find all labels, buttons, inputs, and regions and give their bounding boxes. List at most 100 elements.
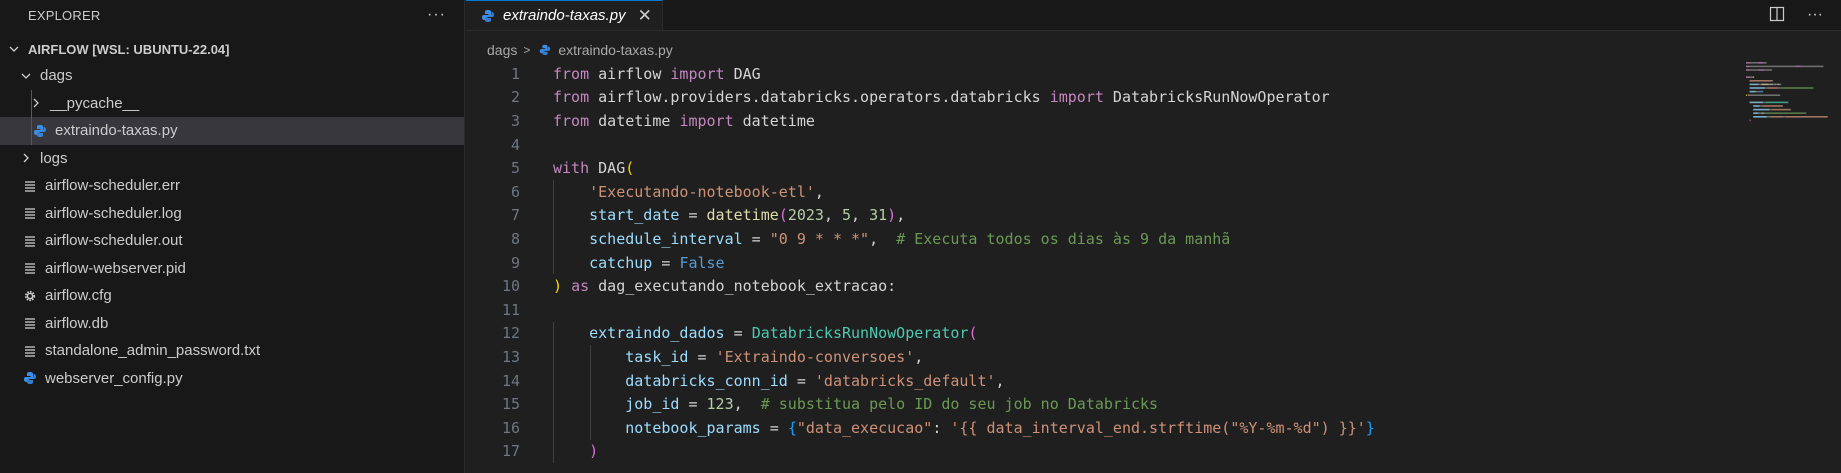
minimap-line (1746, 76, 1750, 78)
tree-item[interactable]: dags (0, 62, 464, 90)
indent-guide (553, 392, 554, 416)
line-number: 16 (501, 418, 520, 437)
minimap-line (1782, 105, 1783, 107)
editor-area: extraindo-taxas.py ✕ ··· dags > extraind… (466, 0, 1841, 473)
code-text: job_id = 123, # substitua pelo ID do seu… (520, 395, 1158, 413)
code-token: # substitua pelo ID do seu job no Databr… (760, 395, 1159, 414)
minimap-line (1768, 83, 1770, 86)
code-text: databricks_conn_id = 'databricks_default… (520, 371, 1004, 390)
tree-item[interactable]: standalone_admin_password.txt (0, 337, 464, 365)
minimap-line (1763, 62, 1767, 64)
line-number: 4 (510, 135, 520, 154)
indent-guide (553, 179, 554, 204)
tree-item-label: __pycache__ (50, 94, 140, 112)
code-token: dag_executando_notebook_extracao: (589, 277, 897, 296)
code-line: 12 extraindo_dados = DatabricksRunNowOpe… (466, 321, 1841, 346)
split-editor-icon[interactable] (1769, 6, 1785, 27)
minimap-line (1790, 108, 1792, 111)
code-text: from airflow.providers.databricks.operat… (520, 88, 1330, 106)
minimap-line (1753, 116, 1767, 118)
tree-item[interactable]: webserver_config.py (0, 365, 464, 393)
breadcrumb-file[interactable]: extraindo-taxas.py (558, 42, 672, 58)
code-token: airflow (589, 64, 671, 83)
indent-guide (553, 203, 554, 228)
minimap-line (1775, 83, 1778, 86)
breadcrumb-folder[interactable]: dags (487, 42, 517, 58)
minimap-line (1780, 87, 1814, 89)
file-tree: dags __pycache__ extraindo-taxas.py logs air… (0, 62, 464, 392)
code-line: 2 from airflow.providers.databricks.opera… (466, 86, 1841, 110)
code-token: datetime (589, 111, 680, 130)
tree-item[interactable]: logs (0, 145, 464, 173)
minimap-line (1780, 83, 1782, 86)
line-number: 1 (510, 64, 520, 83)
line-number: 17 (501, 442, 520, 461)
code-token: , (823, 206, 842, 225)
tree-item-label: airflow-scheduler.out (45, 232, 183, 250)
code-token: = (679, 395, 707, 414)
code-token: = (787, 371, 815, 390)
code-token: import (670, 64, 725, 83)
workspace-root[interactable]: AIRFLOW [WSL: UBUNTU-22.04] (0, 36, 464, 62)
tree-item-label: extraindo-taxas.py (55, 122, 178, 140)
more-actions-icon[interactable]: ··· (1807, 6, 1823, 27)
minimap-line (1758, 83, 1762, 86)
tree-item[interactable]: airflow.cfg (0, 282, 464, 310)
tree-item[interactable]: airflow-scheduler.log (0, 200, 464, 228)
indent-guide (553, 250, 554, 275)
minimap-line (1749, 101, 1764, 104)
code-text: notebook_params = {"data_execucao": '{{ … (520, 419, 1375, 437)
tree-item[interactable]: airflow-webserver.pid (0, 255, 464, 283)
code-line: 5 with DAG( (466, 156, 1841, 180)
tab-extraindo-taxas[interactable]: extraindo-taxas.py ✕ (466, 0, 663, 30)
code-token: 123 (706, 395, 734, 414)
tree-item[interactable]: airflow-scheduler.err (0, 172, 464, 200)
minimap-line (1749, 94, 1781, 96)
tree-item[interactable]: airflow.db (0, 310, 464, 338)
code-token: extraindo_dados (589, 324, 725, 343)
close-icon[interactable]: ✕ (638, 6, 652, 26)
code-line: 16 notebook_params = {"data_execucao": '… (466, 415, 1841, 440)
tree-item[interactable]: extraindo-taxas.py (0, 117, 464, 145)
minimap-line (1795, 65, 1801, 68)
minimap-line (1747, 94, 1750, 96)
code-token: , (814, 182, 824, 201)
lines-icon (22, 205, 38, 221)
indent-guide (553, 227, 554, 251)
more-actions-icon[interactable]: ··· (427, 6, 446, 24)
minimap-line (1766, 112, 1807, 114)
minimap-line (1746, 69, 1750, 71)
indent-guide (553, 368, 554, 393)
code-token: start_date (589, 206, 680, 225)
code-line: 10) as dag_executando_notebook_extracao: (466, 274, 1841, 298)
tree-item[interactable]: __pycache__ (0, 89, 464, 117)
minimap-line (1759, 105, 1763, 107)
minimap-line (1763, 101, 1766, 104)
code-token: 2023 (787, 206, 824, 225)
tree-item-label: standalone_admin_password.txt (45, 342, 261, 360)
code-token: DAG (724, 64, 761, 83)
minimap-line (1749, 62, 1758, 64)
code-token: ( (968, 324, 978, 343)
code-editor[interactable]: 1 from airflow import DAG 2 from airflow.pr… (466, 62, 1841, 464)
tree-item[interactable]: airflow-scheduler.out (0, 227, 464, 255)
minimap-line (1761, 112, 1764, 114)
line-number: 8 (510, 229, 520, 248)
line-number: 10 (501, 277, 520, 296)
explorer-title: EXPLORER (28, 7, 101, 23)
minimap-line (1753, 105, 1760, 107)
python-icon (22, 370, 38, 386)
code-token: schedule_interval (589, 229, 743, 248)
minimap-line (1772, 80, 1774, 82)
code-token: DatabricksRunNowOperator (1103, 88, 1330, 107)
code-token: = (679, 206, 707, 225)
minimap-line (1769, 108, 1773, 111)
tree-item-label: airflow.db (45, 314, 109, 332)
chevron-right-icon: > (523, 43, 531, 57)
minimap[interactable] (1746, 62, 1841, 142)
minimap-line (1827, 116, 1828, 118)
indent-guide (31, 117, 32, 145)
